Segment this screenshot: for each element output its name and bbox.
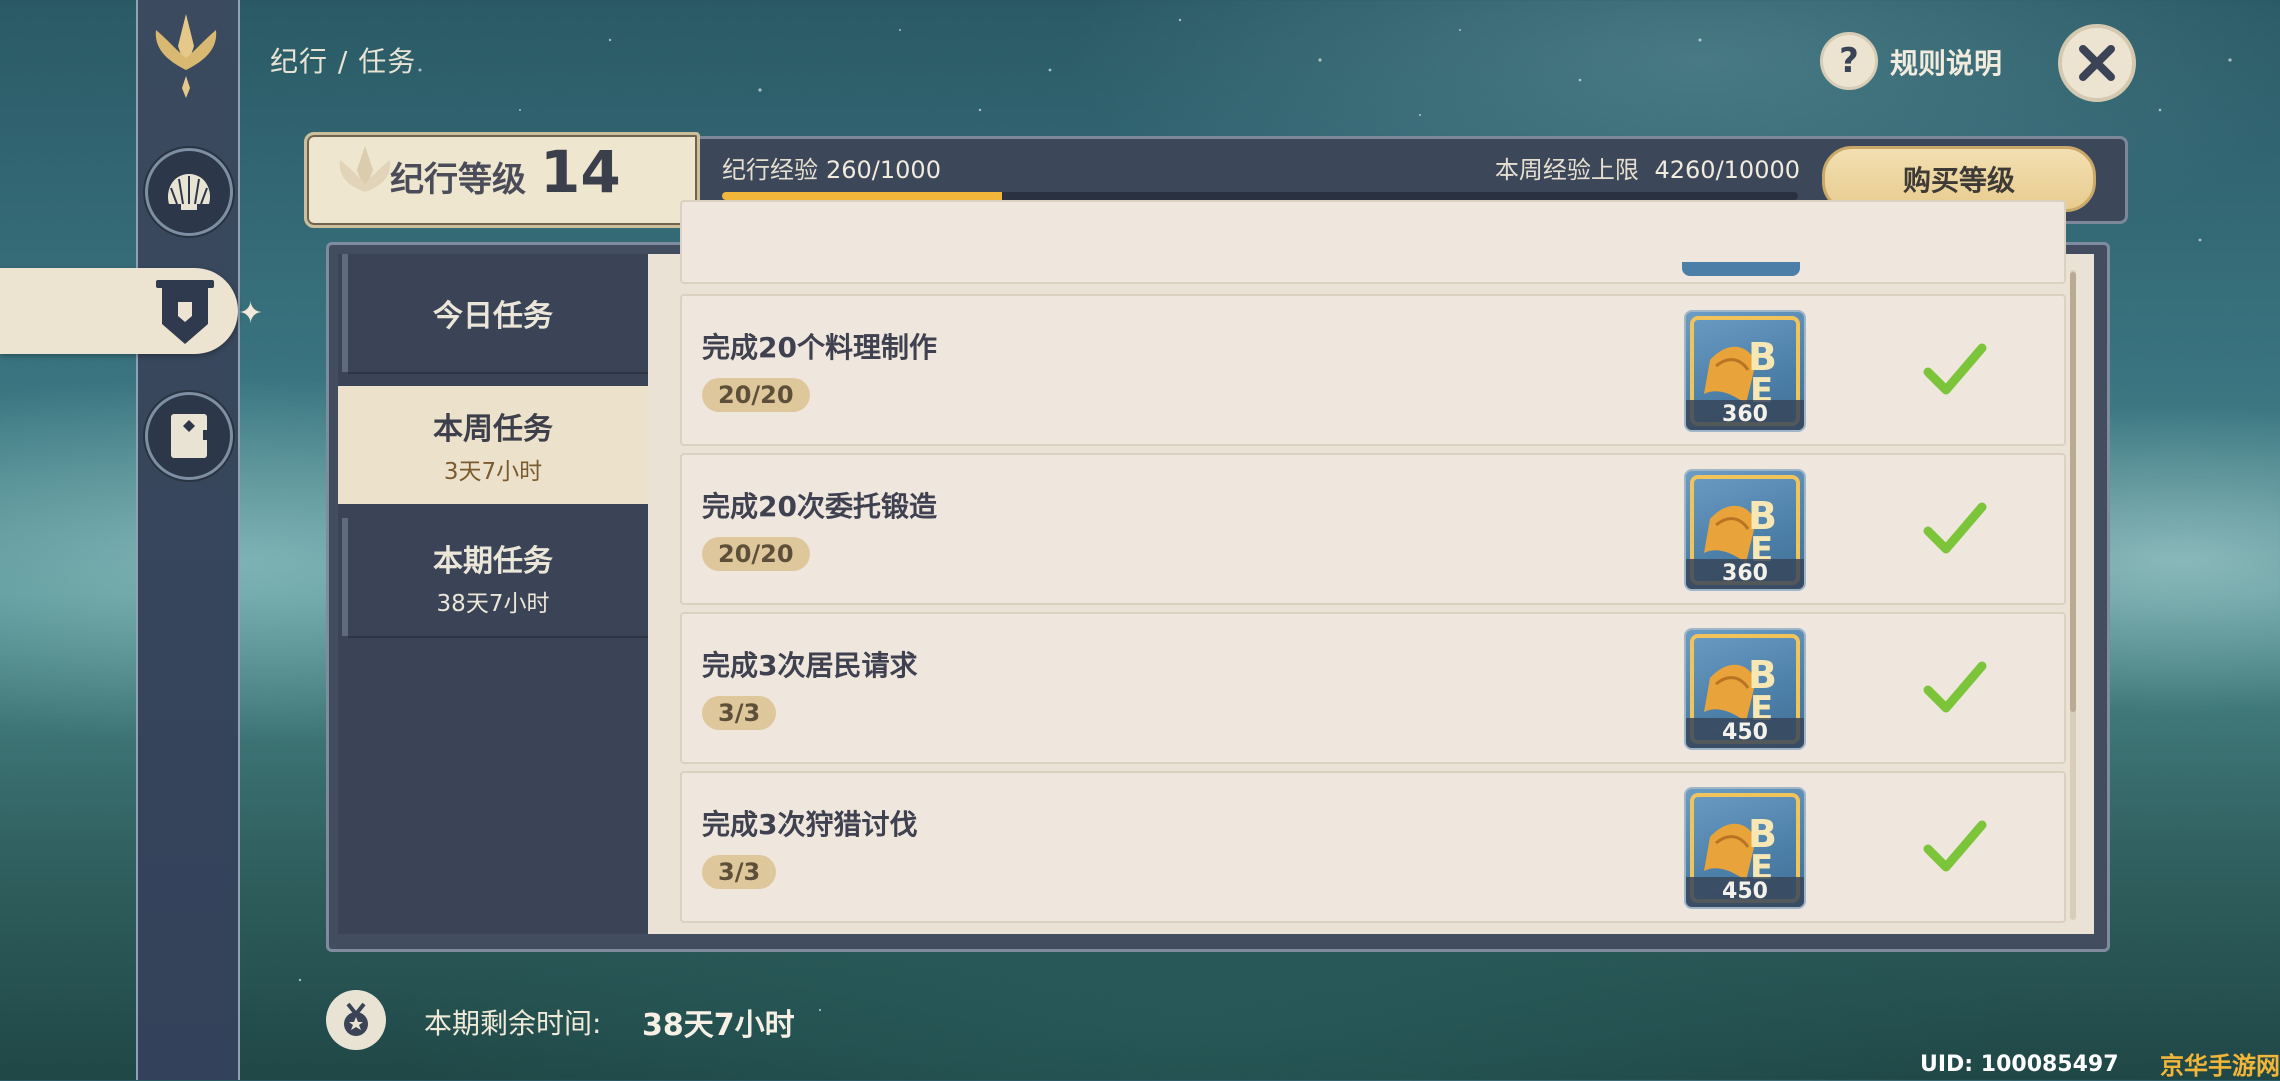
task-title: 完成3次居民请求 (702, 649, 918, 682)
close-button[interactable] (2058, 24, 2136, 102)
tab-weekly-label: 本周任务 (433, 412, 553, 447)
banner-icon (154, 278, 216, 348)
medal-icon (326, 990, 386, 1050)
check-icon (1923, 343, 1987, 395)
task-progress-badge: 20/20 (702, 537, 810, 571)
exp-label: 纪行经验 (722, 156, 818, 184)
tab-season-label: 本期任务 (433, 544, 553, 579)
tab-divider (348, 636, 648, 638)
reward-item[interactable]: B E 450 (1684, 787, 1806, 909)
task-row-partial (680, 200, 2066, 284)
sparkle-icon: ✦ (238, 296, 264, 331)
tab-daily-label: 今日任务 (433, 299, 553, 334)
exp-progress-fill (722, 192, 1002, 200)
watermark: 京华手游网 (2160, 1052, 2280, 1080)
task-title: 完成3次狩猎讨伐 (702, 808, 918, 841)
exp-progress-bar (722, 192, 1798, 200)
tab-daily[interactable]: 今日任务 (338, 254, 648, 372)
reward-book-icon (1682, 262, 1800, 276)
tab-weekly-timer: 3天7小时 (443, 459, 543, 485)
task-row[interactable]: 完成3次居民请求 3/3 B E 450 (680, 612, 2066, 764)
tab-season[interactable]: 本期任务 38天7小时 (338, 518, 648, 636)
task-list-scroll-thumb[interactable] (2070, 272, 2076, 712)
weekly-cap-readout: 本周经验上限 4260/10000 (1495, 150, 1800, 185)
reward-quantity: 360 (1686, 559, 1804, 589)
reward-quantity: 450 (1686, 718, 1804, 748)
check-icon (1923, 502, 1987, 554)
tab-season-timer: 38天7小时 (436, 591, 550, 617)
reward-quantity: 360 (1686, 400, 1804, 430)
rail-item-notebook[interactable] (145, 392, 233, 480)
notebook-icon (171, 414, 209, 458)
weekly-cap-value: 4260/10000 (1654, 156, 1800, 184)
help-icon[interactable]: ? (1820, 32, 1878, 90)
task-progress-badge: 20/20 (702, 378, 810, 412)
uid-label: UID: 100085497 (1920, 1052, 2119, 1077)
rail-item-shell[interactable] (145, 148, 233, 236)
task-row[interactable]: 完成20次委托锻造 20/20 B E 360 (680, 453, 2066, 605)
exp-value: 260/1000 (826, 156, 941, 184)
remaining-time-label: 本期剩余时间: (424, 1007, 602, 1040)
reward-quantity: 450 (1686, 877, 1804, 907)
tab-weekly[interactable]: 本周任务 3天7小时 (338, 386, 648, 504)
remaining-time-value: 38天7小时 (642, 1008, 795, 1043)
tab-divider (348, 372, 648, 374)
task-title: 完成20次委托锻造 (702, 490, 937, 523)
level-value: 14 (540, 138, 621, 206)
shell-icon (167, 174, 211, 210)
task-row[interactable]: 完成3次狩猎讨伐 3/3 B E 450 (680, 771, 2066, 923)
help-button-label[interactable]: 规则说明 (1890, 42, 2002, 82)
task-title: 完成20个料理制作 (702, 331, 937, 364)
reward-item[interactable]: B E 360 (1684, 310, 1806, 432)
emblem-icon (146, 10, 226, 100)
weekly-cap-label: 本周经验上限 (1494, 156, 1639, 184)
check-icon (1923, 661, 1987, 713)
reward-item[interactable]: B E 450 (1684, 628, 1806, 750)
task-row[interactable]: 完成20个料理制作 20/20 B E 360 (680, 294, 2066, 446)
task-progress-badge: 3/3 (702, 855, 777, 889)
check-icon (1923, 820, 1987, 872)
breadcrumb: 纪行 / 任务 (270, 45, 417, 78)
task-progress-badge: 3/3 (702, 696, 777, 730)
close-icon (2079, 45, 2115, 81)
reward-item[interactable]: B E 360 (1684, 469, 1806, 591)
exp-readout: 纪行经验 260/1000 (722, 150, 941, 185)
level-label: 纪行等级 (390, 160, 526, 200)
